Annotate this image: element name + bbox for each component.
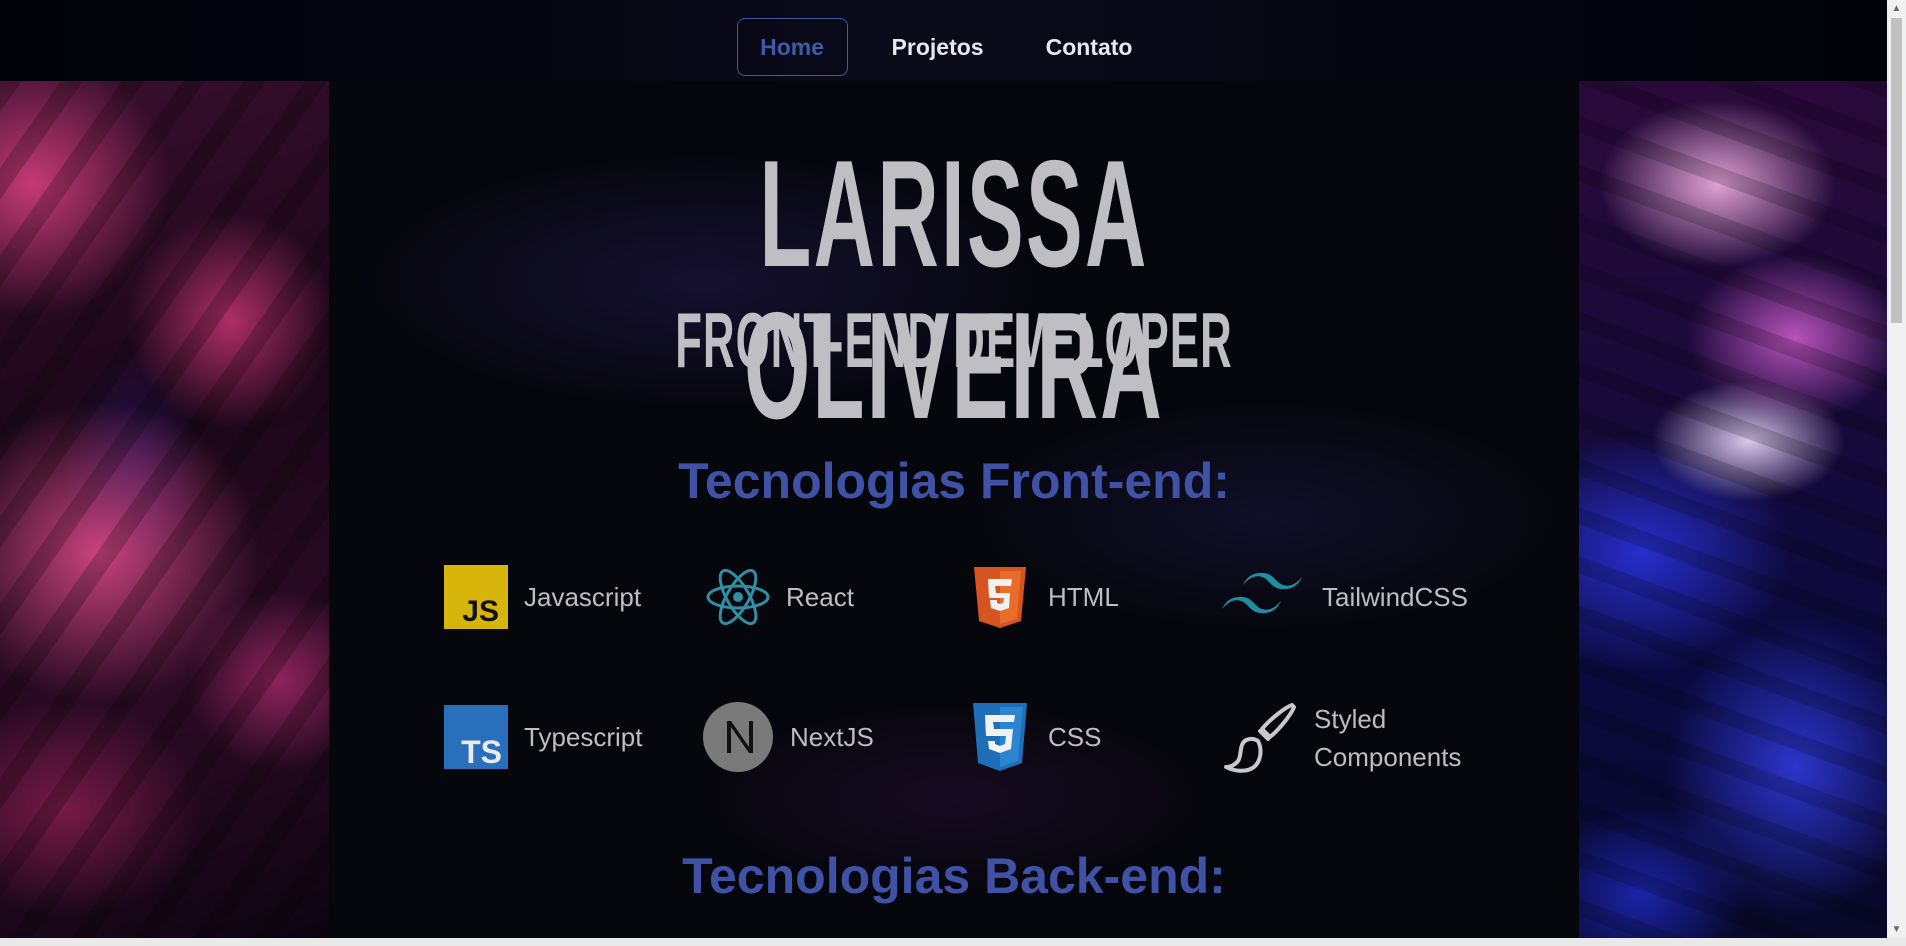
tech-item-javascript: JS Javascript [444, 565, 641, 629]
tech-item-nextjs: NextJS [702, 701, 874, 773]
react-icon [706, 565, 770, 629]
scroll-down-arrow-icon[interactable]: ▼ [1887, 921, 1906, 938]
tech-item-typescript: TS Typescript [444, 705, 643, 769]
paintbrush-icon [1222, 701, 1298, 775]
tech-label: CSS [1048, 721, 1102, 752]
horizontal-scrollbar [0, 938, 1906, 946]
tech-item-styled-components: Styled Components [1222, 700, 1502, 776]
tech-label: Styled Components [1314, 704, 1462, 772]
svg-text:TS: TS [461, 734, 502, 769]
background-art-left [0, 81, 329, 938]
tech-label: React [786, 581, 854, 612]
tech-label: Typescript [524, 721, 643, 752]
main-nav: Home Projetos Contato [0, 18, 1887, 78]
css3-icon [968, 701, 1032, 773]
tech-label: TailwindCSS [1322, 581, 1468, 612]
nextjs-icon [702, 701, 774, 773]
svg-text:JS: JS [462, 595, 499, 628]
nav-projetos-link[interactable]: Projetos [874, 18, 1002, 76]
hero-name: LARISSA OLIVEIRA [744, 129, 1164, 451]
scroll-thumb[interactable] [1891, 18, 1902, 323]
typescript-icon: TS [444, 705, 508, 769]
tech-label: HTML [1048, 581, 1119, 612]
background-art-right [1579, 81, 1887, 938]
javascript-icon: JS [444, 565, 508, 629]
hero-role: FRONT-END DEVELOPER [675, 296, 1233, 384]
backend-section-title: Tecnologias Back-end: [682, 848, 1226, 904]
html5-icon [968, 565, 1032, 629]
nav-home-link[interactable]: Home [736, 18, 848, 76]
scroll-up-arrow-icon[interactable]: ▲ [1887, 0, 1906, 17]
vertical-scrollbar[interactable]: ▲ ▼ [1887, 0, 1906, 938]
tech-item-react: React [706, 565, 854, 629]
tailwind-icon [1220, 565, 1306, 629]
tech-item-tailwindcss: TailwindCSS [1220, 565, 1468, 629]
tech-label: Javascript [524, 581, 642, 612]
tech-label: NextJS [790, 721, 874, 752]
tech-item-html: HTML [968, 565, 1119, 629]
nav-contato-link[interactable]: Contato [1028, 18, 1151, 76]
tech-item-css: CSS [968, 701, 1101, 773]
frontend-section-title: Tecnologias Front-end: [678, 453, 1230, 509]
